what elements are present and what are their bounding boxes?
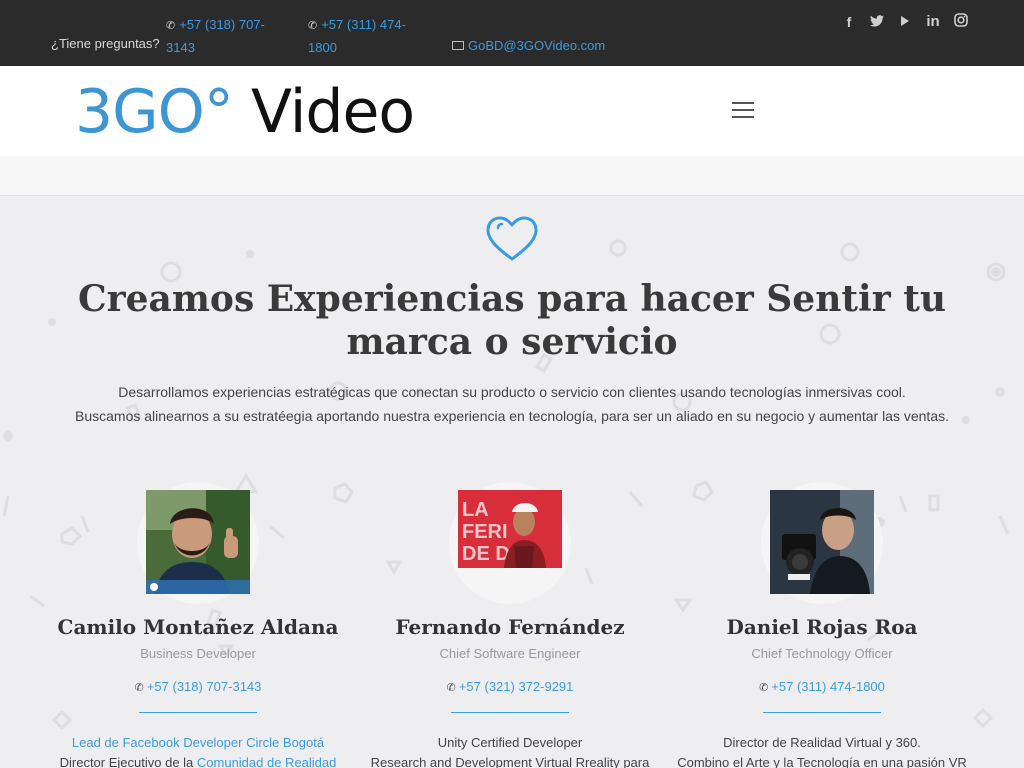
phone-icon: ✆ xyxy=(759,682,769,694)
site-header: 3GO° Video xyxy=(0,66,1024,156)
envelope-icon xyxy=(452,41,464,50)
member-bio: Director de Realidad Virtual y 360. Comb… xyxy=(666,733,978,768)
divider xyxy=(763,712,881,713)
divider xyxy=(139,712,257,713)
avatar-ring xyxy=(137,482,259,604)
team-member-card: Camilo Montañez Aldana Business Develope… xyxy=(42,482,354,768)
contact-phone-2[interactable]: ✆ +57 (311) 474-1800 xyxy=(308,14,428,58)
avatar[interactable] xyxy=(770,490,874,594)
team-member-card: LA FERI DE DI Fernando Fernández Chief S… xyxy=(354,482,666,768)
main-section: Creamos Experiencias para hacer Sentir t… xyxy=(0,196,1024,768)
member-name: Daniel Rojas Roa xyxy=(726,615,918,639)
bio-link-dev-circle[interactable]: Lead de Facebook Developer Circle Bogotá xyxy=(72,735,324,750)
contact-phone-1[interactable]: ✆ +57 (318) 707-3143 xyxy=(166,14,286,58)
logo-text-brand: 3GO° xyxy=(75,77,234,147)
member-phone[interactable]: ✆ +57 (321) 372-9291 xyxy=(354,679,666,694)
member-name: Fernando Fernández xyxy=(395,615,625,639)
hero-description: Desarrollamos experiencias estratégicas … xyxy=(40,380,984,428)
member-bio: Lead de Facebook Developer Circle Bogotá… xyxy=(42,733,354,768)
bio-line-1: Unity Certified Developer xyxy=(437,735,583,750)
contact-email[interactable]: GoBD@3GOVideo.com xyxy=(452,35,605,56)
hero-line-1: Desarrollamos experiencias estratégicas … xyxy=(118,384,906,400)
phone-icon: ✆ xyxy=(446,682,456,694)
linkedin-icon[interactable]: in xyxy=(926,13,940,31)
instagram-icon[interactable] xyxy=(954,13,968,31)
facebook-icon[interactable]: f xyxy=(842,13,856,31)
member-phone-link[interactable]: +57 (321) 372-9291 xyxy=(459,679,574,694)
logo-text-video: Video xyxy=(250,77,415,147)
member-phone[interactable]: ✆ +57 (318) 707-3143 xyxy=(42,679,354,694)
site-logo[interactable]: 3GO° Video xyxy=(75,77,415,147)
menu-hamburger-icon[interactable] xyxy=(732,102,754,118)
twitter-icon[interactable] xyxy=(870,13,884,31)
svg-text:LA: LA xyxy=(462,499,489,521)
avatar[interactable]: LA FERI DE DI xyxy=(458,490,562,568)
youtube-icon[interactable] xyxy=(898,13,912,31)
subheader-strip xyxy=(0,156,1024,196)
phone-2-link[interactable]: +57 (311) 474-1800 xyxy=(308,17,406,55)
social-links: f in xyxy=(842,13,968,31)
bio-link-community[interactable]: Comunidad de Realidad xyxy=(197,755,336,768)
question-label: ¿Tiene preguntas? xyxy=(51,36,160,51)
svg-text:FERI: FERI xyxy=(462,521,508,543)
member-role: Business Developer xyxy=(140,646,256,661)
hero-line-2: Buscamos alinearnos a su estratéegia apo… xyxy=(75,408,949,424)
avatar[interactable] xyxy=(146,490,250,594)
bio-line-1: Director de Realidad Virtual y 360. xyxy=(723,735,921,750)
member-bio: Unity Certified Developer Research and D… xyxy=(354,733,666,768)
divider xyxy=(451,712,569,713)
avatar-ring: LA FERI DE DI xyxy=(449,482,571,604)
bio-line-2: Research and Development Virtual Rrealit… xyxy=(370,755,650,768)
member-name: Camilo Montañez Aldana xyxy=(57,615,339,639)
member-phone[interactable]: ✆ +57 (311) 474-1800 xyxy=(666,679,978,694)
phone-icon: ✆ xyxy=(308,20,318,32)
bio-line-2: Combino el Arte y la Tecnología en una p… xyxy=(677,755,967,768)
team-member-card: Daniel Rojas Roa Chief Technology Office… xyxy=(666,482,978,768)
top-bar: ¿Tiene preguntas? ✆ +57 (318) 707-3143 ✆ +… xyxy=(0,0,1024,66)
hero-title: Creamos Experiencias para hacer Sentir t… xyxy=(77,278,946,363)
email-link[interactable]: GoBD@3GOVideo.com xyxy=(468,38,605,53)
member-role: Chief Technology Officer xyxy=(751,646,893,661)
phone-icon: ✆ xyxy=(166,20,176,32)
phone-1-link[interactable]: +57 (318) 707-3143 xyxy=(166,17,265,55)
member-phone-link[interactable]: +57 (318) 707-3143 xyxy=(147,679,262,694)
member-role: Chief Software Engineer xyxy=(439,646,581,661)
avatar-ring xyxy=(761,482,883,604)
bio-text: Director Ejecutivo de la xyxy=(59,755,197,768)
member-phone-link[interactable]: +57 (311) 474-1800 xyxy=(771,679,885,694)
heart-icon xyxy=(486,216,538,261)
phone-icon: ✆ xyxy=(134,682,144,694)
